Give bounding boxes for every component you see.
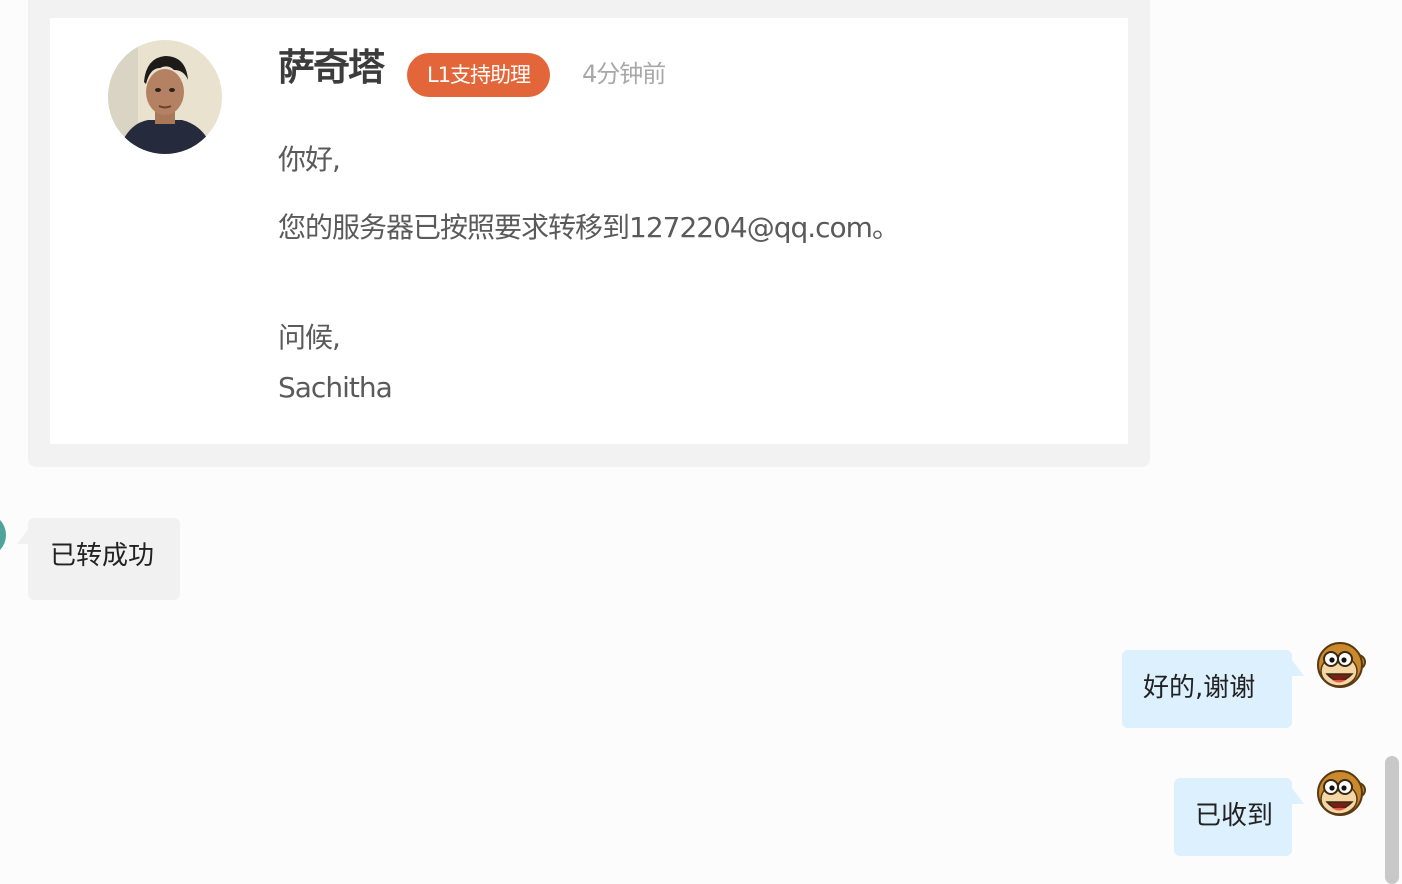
scrollbar-track[interactable] (1384, 0, 1402, 884)
bubble-tail (1292, 660, 1304, 676)
role-badge: L1支持助理 (407, 53, 551, 97)
reply-greeting: 你好, (278, 143, 341, 176)
reply-timestamp: 4分钟前 (582, 60, 666, 88)
reply-body: 您的服务器已按照要求转移到1272204@qq.com。 (278, 211, 900, 244)
message-bubble-outgoing[interactable]: 已收到 (1174, 778, 1292, 856)
reply-closing: 问候, (278, 321, 341, 354)
monkey-avatar-icon[interactable] (1312, 638, 1368, 694)
agent-name: 萨奇塔 (278, 46, 385, 89)
reply-signature: Sachitha (278, 371, 393, 404)
message-bubble-outgoing[interactable]: 好的,谢谢 (1122, 650, 1292, 728)
message-bubble-incoming[interactable]: 已转成功 (28, 518, 180, 600)
message-text: 已收到 (1195, 801, 1274, 831)
message-text: 已转成功 (50, 541, 155, 571)
peer-avatar[interactable] (0, 513, 6, 557)
ticket-reply-content: 萨奇塔 L1支持助理 4分钟前 你好, 您的服务器已按照要求转移到1272204… (50, 18, 1128, 444)
ticket-reply-card: 萨奇塔 L1支持助理 4分钟前 你好, 您的服务器已按照要求转移到1272204… (28, 0, 1150, 467)
message-text: 好的,谢谢 (1143, 673, 1256, 703)
monkey-avatar-icon[interactable] (1312, 766, 1368, 822)
scrollbar-thumb[interactable] (1385, 756, 1399, 884)
agent-avatar[interactable] (108, 40, 222, 154)
chat-page: 萨奇塔 L1支持助理 4分钟前 你好, 您的服务器已按照要求转移到1272204… (0, 0, 1402, 884)
bubble-tail (1292, 788, 1304, 804)
